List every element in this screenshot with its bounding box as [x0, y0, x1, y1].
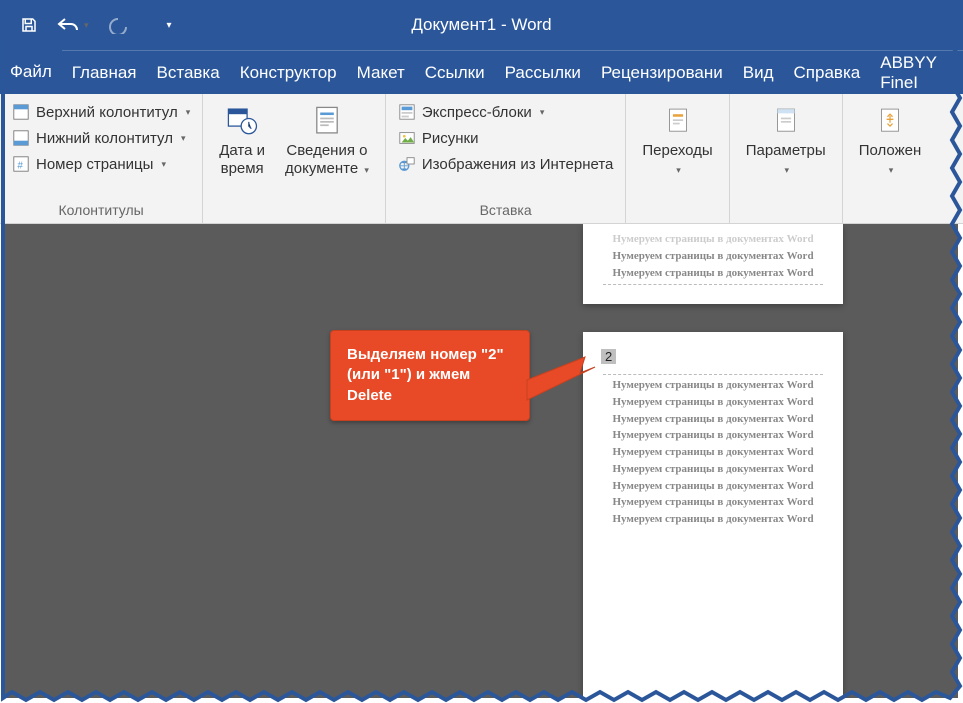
chevron-down-icon: ▾	[889, 165, 894, 175]
group-label: Колонтитулы	[10, 199, 192, 223]
quick-parts-button[interactable]: Экспресс-блоки ▾	[396, 100, 615, 124]
header-boundary	[603, 374, 823, 375]
title-bar: ▾ ▾ Документ1 - Word	[0, 0, 963, 50]
pictures-button[interactable]: Рисунки	[396, 126, 615, 150]
callout-text: Выделяем номер "2" (или "1") и жмем Dele…	[347, 346, 504, 404]
group-headers-footers: Верхний колонтитул ▾ Нижний колонтитул ▾…	[0, 94, 203, 223]
quick-parts-label: Экспресс-блоки	[422, 104, 532, 121]
tab-abbyy[interactable]: ABBYY FineI	[870, 50, 963, 94]
svg-text:#: #	[17, 161, 23, 172]
tab-home[interactable]: Главная	[62, 50, 147, 94]
body-text: Нумеруем страницы в документах Word	[603, 513, 823, 527]
body-text: Нумеруем страницы в документах Word	[603, 480, 823, 494]
chevron-down-icon: ▾	[540, 107, 545, 118]
group-insert-info: Дата ивремя Сведения одокументе ▾ Вставк…	[203, 94, 386, 223]
group-position: Положен▾ .	[843, 94, 938, 223]
group-navigation: Переходы▾ .	[626, 94, 729, 223]
body-text: Нумеруем страницы в документах Word	[603, 250, 823, 264]
pictures-label: Рисунки	[422, 130, 479, 147]
body-text: Нумеруем страницы в документах Word	[603, 496, 823, 510]
document-info-button[interactable]: Сведения одокументе ▾	[279, 100, 375, 182]
online-pictures-button[interactable]: Изображения из Интернета	[396, 152, 615, 176]
body-text: Нумеруем страницы в документах Word	[603, 446, 823, 460]
group-options: Параметры▾ .	[730, 94, 843, 223]
header-button-label: Верхний колонтитул	[36, 104, 178, 121]
footer-button-label: Нижний колонтитул	[36, 130, 173, 147]
date-time-button[interactable]: Дата ивремя	[213, 100, 271, 182]
header-button[interactable]: Верхний колонтитул ▾	[10, 100, 192, 124]
options-button[interactable]: Параметры▾	[740, 100, 832, 182]
ribbon: Верхний колонтитул ▾ Нижний колонтитул ▾…	[0, 94, 963, 224]
qat-customize[interactable]: ▾	[167, 20, 172, 31]
page-number-button-label: Номер страницы	[36, 156, 153, 173]
tab-layout[interactable]: Макет	[347, 50, 415, 94]
redo-button[interactable]	[107, 16, 129, 34]
tab-help[interactable]: Справка	[784, 50, 871, 94]
document-page-2[interactable]: 2 Нумеруем страницы в документах Word Ну…	[583, 332, 843, 698]
chevron-down-icon: ▾	[364, 165, 369, 175]
document-page-1[interactable]: Нумеруем страницы в документах Word Нуме…	[583, 224, 843, 304]
tab-view[interactable]: Вид	[733, 50, 784, 94]
body-text: Нумеруем страницы в документах Word	[603, 267, 823, 281]
chevron-down-icon: ▾	[784, 165, 789, 175]
body-text: Нумеруем страницы в документах Word	[603, 463, 823, 477]
document-canvas[interactable]: Нумеруем страницы в документах Word Нуме…	[5, 224, 958, 698]
callout-arrow	[525, 355, 605, 415]
tab-references[interactable]: Ссылки	[415, 50, 495, 94]
body-text: Нумеруем страницы в документах Word	[603, 233, 823, 247]
window-title: Документ1 - Word	[411, 15, 551, 35]
footer-boundary	[603, 284, 823, 285]
chevron-down-icon: ▾	[186, 107, 191, 118]
footer-button[interactable]: Нижний колонтитул ▾	[10, 126, 192, 150]
ribbon-tabs: Файл Главная Вставка Конструктор Макет С…	[0, 50, 963, 94]
chevron-down-icon: ▾	[161, 159, 166, 170]
tab-insert[interactable]: Вставка	[147, 50, 230, 94]
page-number-button[interactable]: # Номер страницы ▾	[10, 152, 192, 176]
tab-design[interactable]: Конструктор	[230, 50, 347, 94]
position-button[interactable]: Положен▾	[853, 100, 928, 182]
group-insert: Экспресс-блоки ▾ Рисунки Изображения из …	[386, 94, 626, 223]
tab-mailings[interactable]: Рассылки	[495, 50, 591, 94]
chevron-down-icon: ▾	[181, 133, 186, 144]
annotation-callout: Выделяем номер "2" (или "1") и жмем Dele…	[330, 330, 530, 421]
body-text: Нумеруем страницы в документах Word	[603, 379, 823, 393]
chevron-down-icon: ▾	[676, 165, 681, 175]
body-text: Нумеруем страницы в документах Word	[603, 396, 823, 410]
navigation-button[interactable]: Переходы▾	[636, 100, 718, 182]
undo-button[interactable]: ▾	[56, 16, 89, 34]
body-text: Нумеруем страницы в документах Word	[603, 429, 823, 443]
tab-review[interactable]: Рецензировани	[591, 50, 733, 94]
save-button[interactable]	[20, 16, 38, 34]
online-pictures-label: Изображения из Интернета	[422, 156, 613, 173]
chevron-down-icon: ▾	[84, 20, 89, 31]
body-text: Нумеруем страницы в документах Word	[603, 413, 823, 427]
group-label: Вставка	[396, 199, 615, 223]
quick-access-toolbar: ▾ ▾	[20, 16, 172, 34]
tab-file[interactable]: Файл	[0, 50, 62, 94]
